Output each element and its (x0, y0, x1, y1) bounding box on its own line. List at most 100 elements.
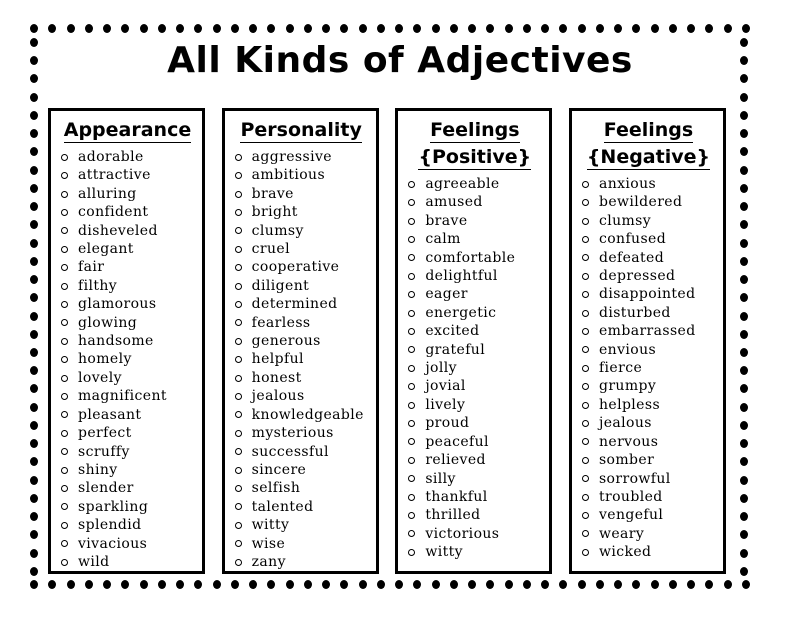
word-text: confident (78, 204, 149, 221)
word-item: weary (580, 525, 717, 543)
word-item: talented (233, 498, 370, 516)
bullet-circle-icon (234, 300, 242, 308)
word-item: calm (406, 230, 543, 248)
dot (740, 366, 748, 376)
dot (668, 580, 677, 589)
word-item: peaceful (406, 433, 543, 451)
dot (30, 548, 38, 558)
dot (740, 129, 748, 139)
dot (522, 580, 531, 589)
bullet-circle-icon (234, 503, 242, 511)
word-item: ambitious (233, 166, 370, 184)
dot (30, 457, 38, 467)
dot (212, 24, 221, 33)
word-text: scruffy (78, 443, 130, 460)
word-item: clumsy (233, 222, 370, 240)
dot (413, 24, 422, 33)
bullet-circle-icon (234, 245, 242, 253)
word-text: wild (78, 553, 110, 570)
dot (121, 24, 130, 33)
bullet-circle-icon (61, 429, 68, 437)
adjective-columns: Appearance adorable attractive alluring con… (48, 108, 726, 574)
word-text: talented (251, 498, 314, 515)
word-text: fair (78, 259, 105, 276)
dot (740, 238, 748, 248)
column-heading-line: Feelings (603, 119, 694, 143)
word-item: homely (59, 350, 196, 368)
word-text: handsome (78, 333, 154, 350)
word-text: homely (78, 351, 132, 368)
word-item: vivacious (59, 535, 196, 553)
word-item: clumsy (580, 212, 717, 230)
dot (303, 580, 312, 589)
dot (249, 580, 257, 589)
dot (30, 566, 38, 576)
word-text: grateful (425, 341, 486, 358)
word-text: slender (78, 480, 134, 497)
word-text: pleasant (78, 406, 142, 423)
word-item: embarrassed (580, 322, 717, 340)
word-item: wise (233, 535, 370, 553)
word-item: lovely (59, 369, 196, 387)
word-text: excited (425, 323, 480, 340)
word-text: thankful (425, 488, 488, 505)
dot (30, 475, 38, 485)
dot (740, 220, 748, 230)
word-item: successful (233, 443, 370, 461)
bullet-circle-icon (408, 530, 416, 538)
dot (30, 220, 38, 230)
word-text: fearless (251, 314, 311, 331)
dot (30, 384, 38, 394)
word-text: sorrowful (598, 470, 671, 487)
dot (740, 548, 748, 558)
word-text: envious (598, 341, 657, 358)
dot (413, 580, 422, 589)
bullet-circle-icon (408, 475, 416, 483)
bullet-circle-icon (581, 530, 589, 538)
dot (30, 420, 38, 430)
word-text: witty (425, 544, 463, 561)
word-text: comfortable (425, 249, 516, 266)
word-item: alluring (59, 185, 196, 203)
dot (595, 24, 604, 33)
word-item: envious (580, 341, 717, 359)
dot (468, 580, 476, 589)
dot (595, 580, 604, 589)
word-item: cooperative (233, 258, 370, 276)
word-text: clumsy (251, 222, 304, 239)
dot (285, 580, 294, 589)
dot (431, 580, 440, 589)
dot (740, 202, 748, 212)
word-list: anxious bewildered clumsy confused defeated d… (580, 175, 717, 562)
dot (740, 384, 748, 394)
bullet-circle-icon (408, 235, 416, 243)
word-item: amused (406, 193, 543, 211)
word-text: brave (251, 185, 294, 202)
dot (559, 580, 568, 589)
bullet-circle-icon (234, 374, 242, 382)
word-item: handsome (59, 332, 196, 350)
bullet-circle-icon (581, 180, 589, 188)
word-item: jealous (580, 414, 717, 432)
bullet-circle-icon (581, 493, 589, 501)
dot (249, 24, 257, 33)
bullet-circle-icon (408, 327, 416, 335)
bullet-circle-icon (61, 300, 68, 308)
word-text: fierce (598, 360, 643, 377)
word-item: excited (406, 322, 543, 340)
column-heading: Appearance (59, 117, 196, 144)
dot (740, 402, 748, 412)
bullet-circle-icon (581, 401, 589, 409)
dot (30, 311, 38, 321)
word-item: jolly (406, 359, 543, 377)
word-text: adorable (78, 149, 144, 165)
word-item: victorious (406, 525, 543, 543)
bullet-circle-icon (408, 199, 416, 207)
dot (741, 580, 750, 589)
dot (30, 183, 38, 193)
dot (740, 256, 748, 266)
dot (632, 580, 641, 589)
word-item: jovial (406, 377, 543, 395)
word-text: bright (251, 204, 298, 221)
dot (30, 366, 38, 376)
